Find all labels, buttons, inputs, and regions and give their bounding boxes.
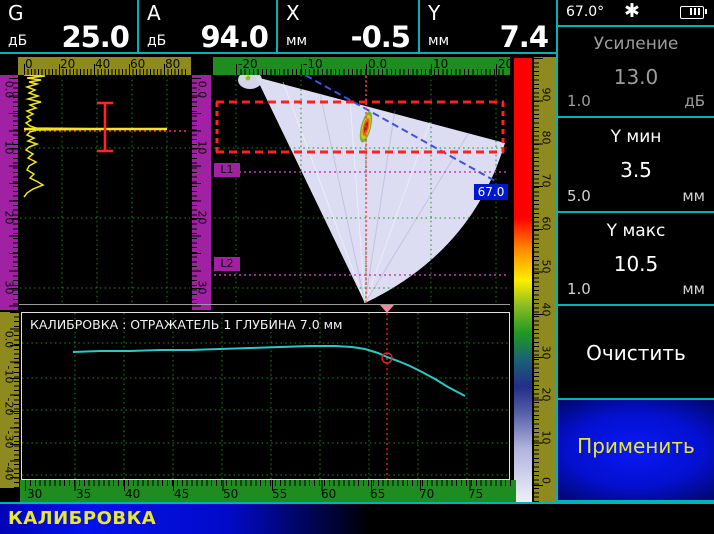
readout-unit: дБ [147,33,166,49]
freeze-icon: ✱ [624,0,640,22]
ruler-label: 80 [540,128,553,148]
param-step: 1.0 [567,280,591,298]
readout-label: G [8,1,24,25]
battery-icon [680,6,704,19]
readout-amplitude: A дБ 94.0 [139,0,276,52]
readout-label: X [286,1,300,25]
plot-bottom-edge [19,304,510,305]
ruler-label: 60 [540,214,553,234]
sector-graphics [213,75,510,304]
layer-label-l2: L2 [214,257,240,271]
param-unit: дБ [684,92,705,110]
sector-top-ruler: -20 -10 0.0 10 20 [213,57,510,75]
param-step: 5.0 [567,187,591,205]
ruler-label: 50 [540,257,553,277]
ascan-depth-ruler-right: 0.0 10 20 30 [192,75,211,310]
clear-button[interactable]: Очистить [558,307,714,400]
param-title: Y макс [558,221,714,241]
apply-button[interactable]: Применить [558,400,714,502]
ruler-label: 30 [540,343,553,363]
ruler-label: -30 [3,430,16,450]
ruler-label: -40 [3,462,16,482]
param-unit: мм [682,280,705,298]
readout-y: Y мм 7.4 [420,0,556,52]
cal-title: КАЛИБРОВКА : ОТРАЖАТЕЛЬ 1 ГЛУБИНА 7.0 мм [30,317,342,332]
cal-y-ruler: 0.0 -10 -20 -30 -40 [0,312,19,488]
param-gain[interactable]: Усиление 13.0 1.0 дБ [558,27,714,118]
param-y-min[interactable]: Y мин 3.5 5.0 мм [558,120,714,213]
ruler-label: 40 [540,300,553,320]
layer-label-l1: L1 [214,163,240,177]
readout-x: X мм -0.5 [278,0,418,52]
ruler-label: 0.0 [3,330,16,350]
ascan-top-ruler: 0 20 40 60 80 [18,57,191,75]
cal-grid [22,313,509,479]
readout-value: 94.0 [200,20,268,54]
ruler-label: 40 [125,488,140,500]
ruler-label: 65 [370,488,385,500]
ruler-label: 35 [76,488,91,500]
ruler-label: 70 [419,488,434,500]
param-value: 10.5 [558,252,714,276]
ruler-label: 10 [540,428,553,448]
ruler-label: 20 [540,385,553,405]
param-title: Y мин [558,127,714,147]
readout-label: Y [428,1,440,25]
param-unit: мм [682,187,705,205]
readout-unit: мм [428,33,449,49]
apply-button-label: Применить [558,434,714,458]
probe-angle-readout: 67.0° [566,4,604,20]
amplitude-colorbar [514,58,532,502]
readout-value: 25.0 [61,20,129,54]
param-title: Усиление [558,34,714,54]
readout-label: A [147,1,161,25]
ruler-label: 0 [540,471,553,491]
ruler-label: 45 [174,488,189,500]
ruler-label: 55 [272,488,287,500]
readout-unit: мм [286,33,307,49]
param-value: 3.5 [558,158,714,182]
gate-marker [97,103,113,151]
cal-graphics [21,312,510,480]
ascan-graphics [19,75,191,304]
ruler-label: -10 [3,365,16,385]
ruler-label: -20 [3,397,16,417]
ruler-label: 70 [540,171,553,191]
ascan-depth-ruler-left: 0.0 10 20 30 [0,75,18,310]
param-value: 13.0 [558,65,714,89]
cal-curve [73,346,465,396]
status-bar: КАЛИБРОВКА [0,504,714,534]
status-cell: 67.0° ✱ [558,0,714,27]
mode-label: КАЛИБРОВКА [8,508,156,529]
top-bar-border [0,52,557,54]
apex-marker [380,305,394,313]
ruler-label: 60 [321,488,336,500]
amplitude-ruler: 90 80 70 60 50 40 30 20 10 0 [534,57,556,503]
ruler-label: 90 [540,85,553,105]
readout-value: -0.5 [351,20,410,54]
readout-gain: G дБ 25.0 [0,0,137,52]
readout-unit: дБ [8,33,27,49]
readout-value: 7.4 [500,20,548,54]
ruler-label: 30 [27,488,42,500]
cal-x-ruler: 30 35 40 45 50 55 60 65 70 75 [20,480,516,503]
beam-angle-badge: 67.0 [474,184,508,200]
clear-button-label: Очистить [558,341,714,365]
param-y-max[interactable]: Y макс 10.5 1.0 мм [558,214,714,306]
ruler-label: 75 [468,488,483,500]
ruler-label: 50 [223,488,238,500]
param-step: 1.0 [567,92,591,110]
ut-device-screen: G дБ 25.0 A дБ 94.0 X мм -0.5 Y мм 7.4 6… [0,0,714,534]
